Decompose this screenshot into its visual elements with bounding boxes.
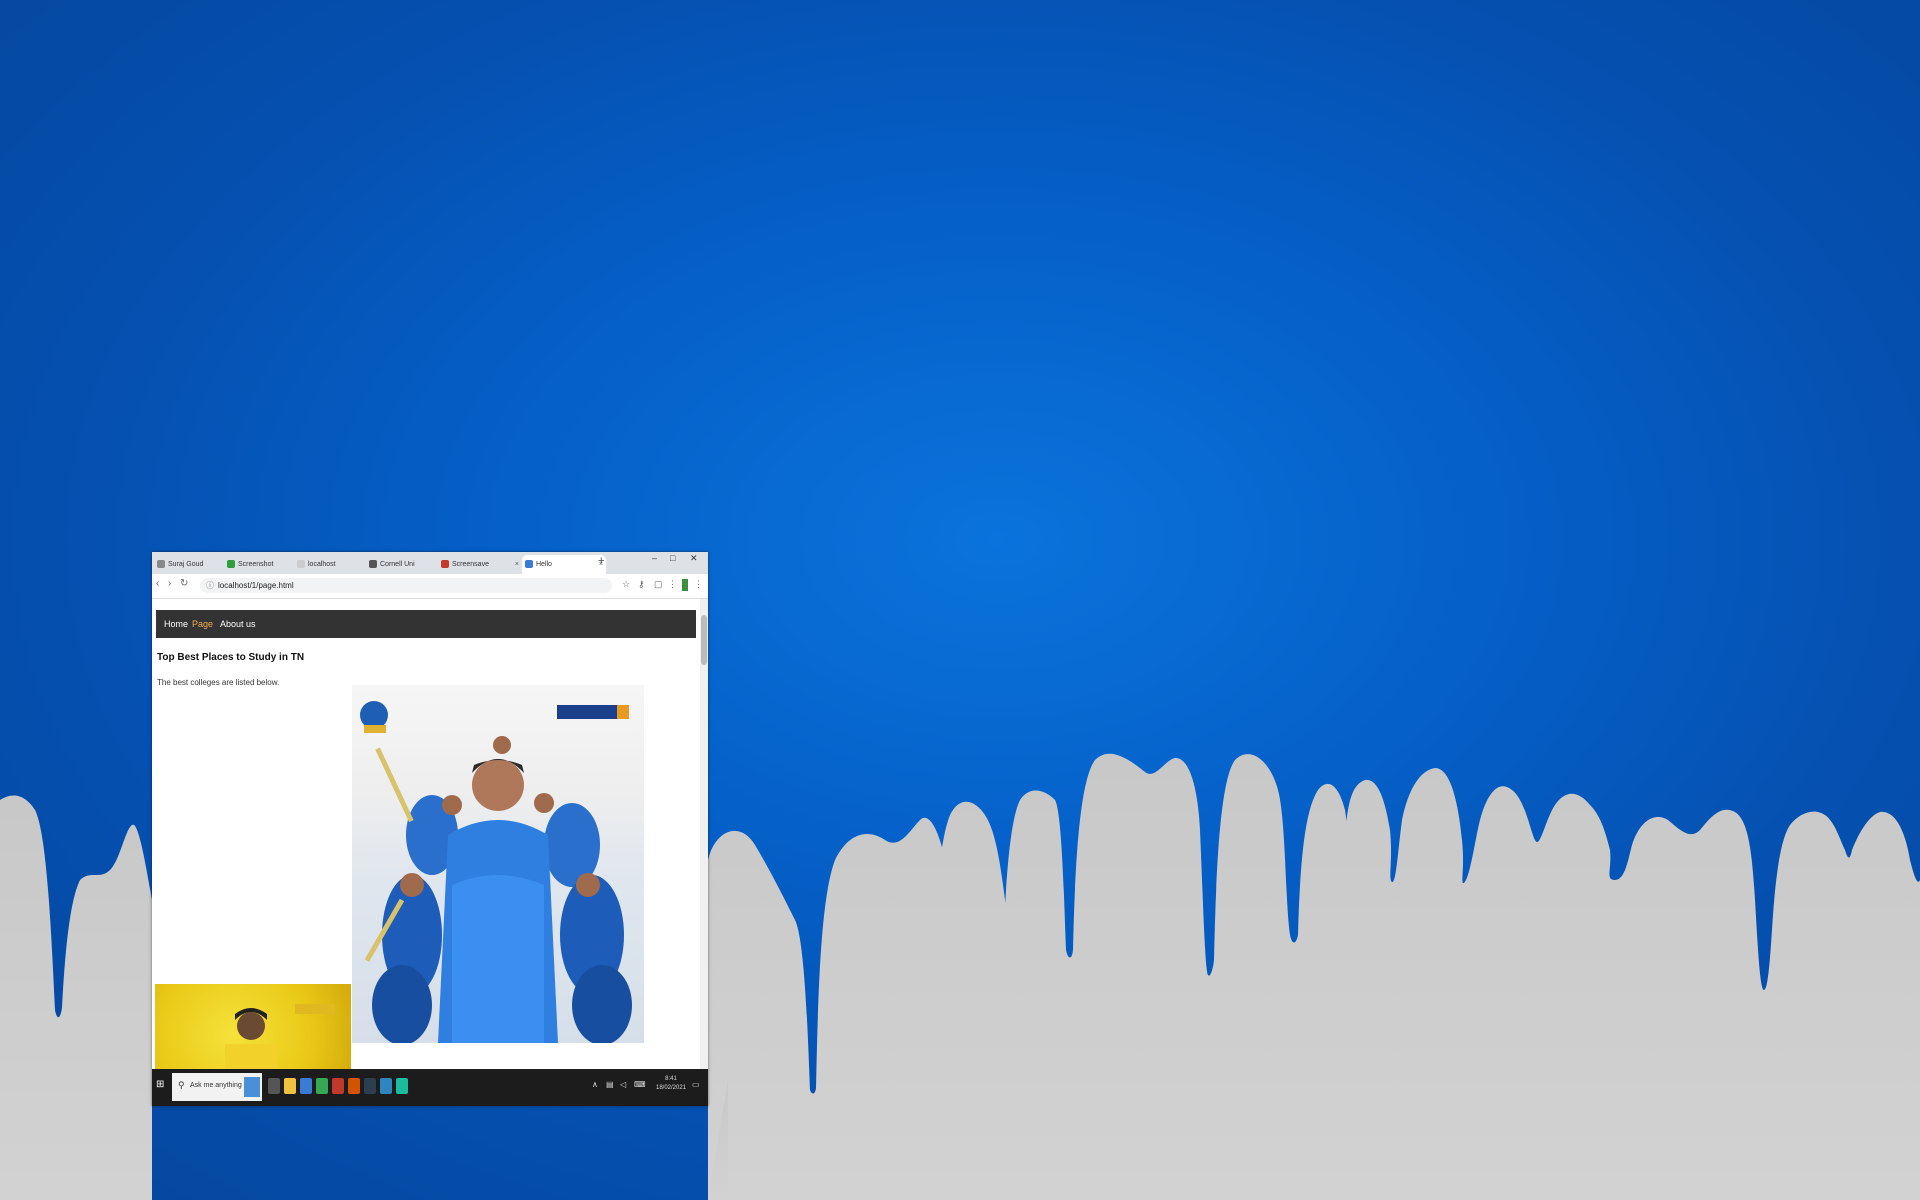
team-poster-image [352, 685, 644, 1043]
file-explorer-icon[interactable] [284, 1078, 296, 1094]
chrome-icon[interactable] [316, 1078, 328, 1094]
key-icon[interactable]: ⚷ [638, 579, 645, 590]
back-icon[interactable]: ‹ [156, 578, 159, 589]
tab-label: Suraj Goud [168, 561, 204, 568]
scrollbar[interactable] [700, 599, 708, 1069]
search-placeholder: Ask me anything [190, 1082, 242, 1089]
scrollbar-thumb[interactable] [701, 615, 707, 665]
clock[interactable]: 8:41 18/02/2021 [656, 1075, 686, 1093]
extension-icon[interactable] [682, 579, 688, 591]
player-image [155, 984, 351, 1069]
site-navbar: Home Page About us [156, 610, 696, 638]
clock-time: 8:41 [665, 1076, 677, 1082]
star-icon[interactable]: ☆ [622, 579, 630, 590]
browser-window: Suraj Goud × Screenshot × localhost × Co… [152, 552, 708, 1106]
favicon-icon [441, 560, 449, 568]
player-art [225, 1004, 335, 1069]
address-text: localhost/1/page.html [218, 581, 294, 590]
tab-label: Screenshot [238, 561, 274, 568]
favicon-icon [227, 560, 235, 568]
page-heading: Top Best Places to Study in TN [157, 652, 305, 663]
app-teal-icon[interactable] [396, 1078, 408, 1094]
address-bar[interactable]: ⓘ localhost/1/page.html [200, 578, 612, 593]
browser-toolbar: ‹ › ↻ ⓘ localhost/1/page.html ☆ ⚷ ▢ ⋮ ⋮ [152, 574, 708, 599]
favicon-icon [297, 560, 305, 568]
task-view-icon[interactable] [268, 1078, 280, 1094]
tray-chevron-icon[interactable]: ∧ [592, 1080, 598, 1089]
tab-strip: Suraj Goud × Screenshot × localhost × Co… [152, 552, 708, 574]
info-icon: ⓘ [206, 581, 214, 590]
forward-icon[interactable]: › [168, 578, 171, 589]
browser-tab[interactable]: Screensave × [438, 555, 522, 574]
vscode-icon[interactable] [380, 1078, 392, 1094]
nav-link-about[interactable]: About us [220, 610, 256, 638]
clock-date: 18/02/2021 [656, 1085, 687, 1091]
search-icon: ⚲ [178, 1080, 185, 1090]
tab-label: Cornell Uni [380, 561, 415, 568]
page-viewport: Home Page About us Top Best Places to St… [152, 599, 700, 1069]
network-icon[interactable]: ▤ [606, 1080, 614, 1089]
favicon-icon [157, 560, 165, 568]
close-icon[interactable]: × [515, 555, 519, 574]
browser-tab-active[interactable]: Hello × [522, 555, 606, 574]
cortana-icon[interactable] [244, 1077, 260, 1097]
lead-text: The best colleges are listed below. [157, 678, 280, 687]
taskbar-search[interactable]: ⚲ Ask me anything [172, 1073, 262, 1101]
edge-icon[interactable] [300, 1078, 312, 1094]
app-orange-icon[interactable] [348, 1078, 360, 1094]
minimize-icon[interactable]: – [652, 553, 657, 563]
favicon-icon [369, 560, 377, 568]
reload-icon[interactable]: ↻ [180, 578, 188, 589]
notification-icon[interactable]: ▭ [692, 1080, 700, 1089]
close-window-icon[interactable]: ✕ [690, 553, 698, 564]
tab-label: Screensave [452, 561, 489, 568]
new-tab-icon[interactable]: + [598, 555, 604, 567]
favicon-icon [525, 560, 533, 568]
tab-label: localhost [308, 561, 336, 568]
app-red-icon[interactable] [332, 1078, 344, 1094]
menu-icon[interactable]: ⋮ [668, 579, 677, 590]
tab-label: Hello [536, 561, 552, 568]
app-dark-icon[interactable] [364, 1078, 376, 1094]
screenshot-icon[interactable]: ▢ [654, 579, 663, 590]
language-icon[interactable]: ⌨ [634, 1080, 646, 1089]
more-icon[interactable]: ⋮ [694, 579, 703, 590]
nav-link-page[interactable]: Page [192, 610, 213, 638]
nav-link-home[interactable]: Home [164, 610, 188, 638]
maximize-icon[interactable]: □ [670, 553, 675, 563]
team-poster-art [360, 701, 632, 1043]
volume-icon[interactable]: ◁ [620, 1080, 626, 1089]
windows-start-icon[interactable]: ⊞ [156, 1079, 166, 1091]
taskbar: ⊞ ⚲ Ask me anything ∧ ▤ ◁ ⌨ 8:41 18/02/2… [152, 1069, 708, 1106]
